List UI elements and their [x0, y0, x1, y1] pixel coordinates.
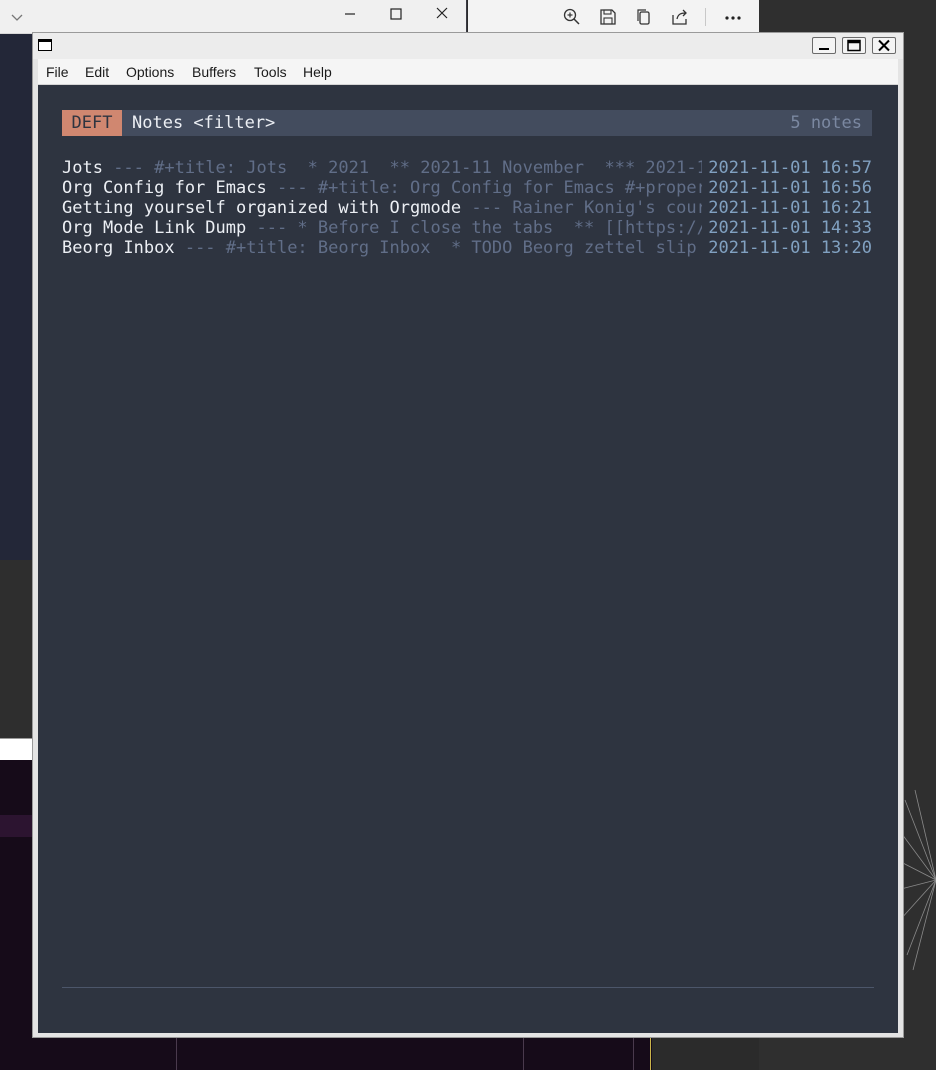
note-snippet: Rainer Konig's cours — [512, 198, 702, 218]
menu-tools[interactable]: Tools — [254, 64, 287, 80]
note-snippet: * Before I close the tabs ** [[https://g — [297, 218, 702, 238]
notes-list: Jots --- #+title: Jots * 2021 ** 2021-11… — [62, 158, 872, 258]
toolbar-divider — [705, 8, 706, 26]
note-row[interactable]: Getting yourself organized with Orgmode … — [62, 198, 872, 218]
note-date: 2021-11-01 13:20 — [708, 238, 872, 258]
menu-help[interactable]: Help — [303, 64, 332, 80]
emacs-app-icon — [38, 39, 52, 51]
more-icon[interactable] — [723, 7, 743, 27]
deft-filter-title: Notes <filter> — [132, 113, 276, 133]
close-icon[interactable] — [430, 4, 454, 24]
note-summary: Org Mode Link Dump --- * Before I close … — [62, 218, 702, 238]
zoom-in-icon[interactable] — [562, 7, 582, 27]
maximize-icon — [847, 39, 861, 52]
note-date: 2021-11-01 16:56 — [708, 178, 872, 198]
note-title[interactable]: Beorg Inbox — [62, 238, 175, 258]
note-snippet: #+title: Jots * 2021 ** 2021-11 November… — [154, 158, 702, 178]
note-separator: --- — [266, 178, 318, 198]
note-separator: --- — [461, 198, 513, 218]
minimize-button[interactable] — [812, 37, 836, 54]
background-viewer-toolbar — [468, 0, 759, 34]
note-title[interactable]: Org Mode Link Dump — [62, 218, 246, 238]
maximize-button[interactable] — [842, 37, 866, 54]
minimize-icon[interactable] — [338, 4, 362, 24]
note-row[interactable]: Jots --- #+title: Jots * 2021 ** 2021-11… — [62, 158, 872, 178]
copy-icon[interactable] — [634, 7, 654, 27]
menu-options[interactable]: Options — [126, 64, 174, 80]
chevron-down-icon[interactable] — [8, 8, 26, 26]
close-button[interactable] — [872, 37, 896, 54]
note-row[interactable]: Org Config for Emacs --- #+title: Org Co… — [62, 178, 872, 198]
deft-tag: DEFT — [62, 110, 122, 136]
note-summary: Getting yourself organized with Orgmode … — [62, 198, 702, 218]
note-date: 2021-11-01 16:57 — [708, 158, 872, 178]
menu-bar: File Edit Options Buffers Tools Help — [38, 59, 898, 85]
maximize-icon[interactable] — [384, 4, 408, 24]
note-snippet: #+title: Org Config for Emacs #+propert — [317, 178, 702, 198]
note-date: 2021-11-01 16:21 — [708, 198, 872, 218]
note-row[interactable]: Beorg Inbox --- #+title: Beorg Inbox * T… — [62, 238, 872, 258]
background-divider — [633, 1037, 634, 1070]
background-accent-line — [650, 1037, 651, 1070]
background-window-titlebar — [0, 0, 466, 34]
note-separator: --- — [246, 218, 298, 238]
deft-header-line: DEFT Notes <filter> 5 notes — [62, 110, 872, 136]
close-icon — [878, 39, 890, 52]
menu-buffers[interactable]: Buffers — [192, 64, 236, 80]
note-snippet: #+title: Beorg Inbox * TODO Beorg zettel… — [225, 238, 702, 258]
note-title[interactable]: Org Config for Emacs — [62, 178, 267, 198]
note-summary: Beorg Inbox --- #+title: Beorg Inbox * T… — [62, 238, 702, 258]
share-icon[interactable] — [670, 7, 690, 27]
emacs-titlebar[interactable] — [33, 33, 903, 59]
minimize-icon — [819, 48, 829, 50]
deft-buffer[interactable]: DEFT Notes <filter> 5 notes Jots --- #+t… — [38, 85, 898, 1033]
menu-file[interactable]: File — [46, 64, 69, 80]
emacs-window: File Edit Options Buffers Tools Help DEF… — [32, 32, 904, 1038]
background-divider — [523, 1037, 524, 1070]
note-title[interactable]: Jots — [62, 158, 103, 178]
note-row[interactable]: Org Mode Link Dump --- * Before I close … — [62, 218, 872, 238]
menu-edit[interactable]: Edit — [85, 64, 109, 80]
note-separator: --- — [174, 238, 226, 258]
save-icon[interactable] — [598, 7, 618, 27]
note-date: 2021-11-01 14:33 — [708, 218, 872, 238]
background-divider — [176, 1037, 177, 1070]
note-separator: --- — [102, 158, 155, 178]
note-summary: Org Config for Emacs --- #+title: Org Co… — [62, 178, 702, 198]
note-count: 5 notes — [790, 113, 862, 133]
note-title[interactable]: Getting yourself organized with Orgmode — [62, 198, 461, 218]
note-summary: Jots --- #+title: Jots * 2021 ** 2021-11… — [62, 158, 702, 178]
mode-line-divider — [62, 987, 874, 988]
